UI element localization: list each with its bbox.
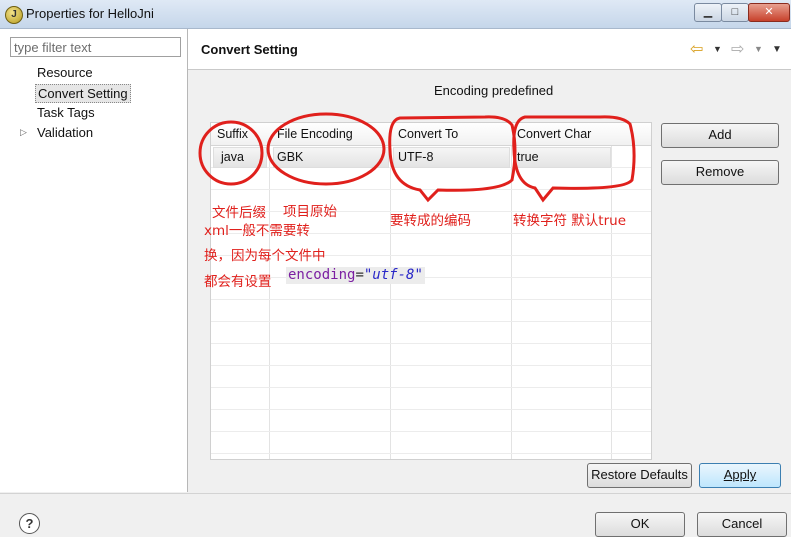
view-menu-icon[interactable]: ▼	[772, 44, 782, 55]
code-value: "utf-8"	[363, 267, 423, 283]
code-snippet: encoding="utf-8"	[286, 267, 425, 284]
cell-convert-to[interactable]: UTF-8	[398, 150, 433, 164]
tree-item-task-tags[interactable]: Task Tags	[35, 104, 97, 121]
expand-arrow-icon[interactable]: ▷	[20, 127, 27, 138]
note-xml: xml一般不需要转	[204, 223, 310, 239]
encoding-table[interactable]: Suffix File Encoding Convert To Convert …	[210, 122, 652, 460]
code-equals: =	[355, 267, 364, 283]
remove-button[interactable]: Remove	[661, 160, 779, 185]
table-header: Suffix File Encoding Convert To Convert …	[211, 123, 651, 146]
tree-item-validation[interactable]: Validation	[35, 124, 95, 141]
note-original: 项目原始	[283, 204, 337, 220]
cancel-button[interactable]: Cancel	[697, 512, 787, 537]
app-icon: J	[5, 6, 23, 24]
code-keyword: encoding	[288, 267, 356, 283]
apply-button[interactable]: Apply	[699, 463, 781, 488]
column-header-suffix[interactable]: Suffix	[217, 127, 248, 141]
note-target-encoding: 要转成的编码	[390, 213, 471, 229]
close-button[interactable]: ✕	[748, 3, 790, 22]
note-everyfile: 都会有设置	[204, 274, 272, 290]
help-icon[interactable]: ?	[19, 513, 40, 534]
back-dropdown-icon[interactable]: ▼	[713, 44, 722, 54]
maximize-button[interactable]: □	[721, 3, 749, 22]
add-button[interactable]: Add	[661, 123, 779, 148]
cell-file-encoding[interactable]: GBK	[277, 150, 303, 164]
tree-item-convert-setting[interactable]: Convert Setting	[35, 84, 131, 103]
cell-convert-char[interactable]: true	[517, 150, 539, 164]
minimize-button[interactable]: ▁	[694, 3, 722, 22]
footer-divider	[0, 493, 791, 494]
column-header-file-encoding[interactable]: File Encoding	[277, 127, 353, 141]
forward-dropdown-icon[interactable]: ▼	[754, 44, 763, 54]
column-header-convert-char[interactable]: Convert Char	[517, 127, 591, 141]
cell-suffix[interactable]: java	[221, 150, 244, 164]
encoding-predefined-label: Encoding predefined	[434, 83, 554, 98]
note-convert-char: 转换字符 默认true	[513, 213, 626, 229]
back-arrow-icon[interactable]: ⇦	[690, 39, 703, 59]
page-title: Convert Setting	[201, 42, 298, 57]
restore-defaults-button[interactable]: Restore Defaults	[587, 463, 692, 488]
filter-input[interactable]	[10, 37, 181, 57]
note-suffix: 文件后缀	[212, 205, 266, 221]
tree-item-resource[interactable]: Resource	[35, 64, 95, 81]
forward-arrow-icon[interactable]: ⇨	[731, 39, 744, 59]
window-title: Properties for HelloJni	[26, 6, 154, 21]
column-header-convert-to[interactable]: Convert To	[398, 127, 458, 141]
ok-button[interactable]: OK	[595, 512, 685, 537]
note-change: 换，因为每个文件中	[204, 248, 326, 264]
